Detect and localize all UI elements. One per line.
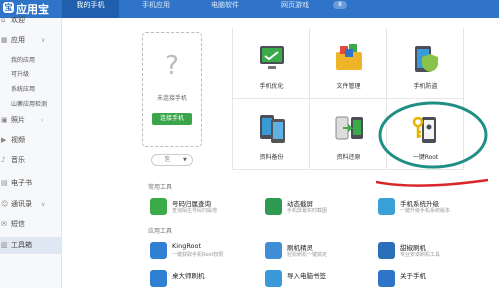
sidebar-sub-fake-app-check[interactable]: 山寨应用检测 xyxy=(11,99,47,108)
sidebar-item-label: 视频 xyxy=(11,136,25,144)
func-sweet-flash[interactable]: 甜椒刷机 专业安卓刷机工具 xyxy=(378,240,488,262)
tab-my-phone[interactable]: 我的手机 xyxy=(62,0,119,18)
chevron-down-icon: ∨ xyxy=(41,201,46,208)
func-kingroot[interactable]: KingRoot 一键获取手机Root权限 xyxy=(150,240,260,262)
tab-pc-software[interactable]: 电脑软件 xyxy=(190,0,260,18)
sidebar-item-welcome[interactable]: ⌂ 欢迎 xyxy=(0,12,62,29)
annotation-circle xyxy=(376,101,489,187)
sidebar-item-ebooks[interactable]: ▤ 电子书 xyxy=(0,175,62,192)
anti-theft-icon xyxy=(415,46,438,72)
func-desc: 手机屏幕实时截图 xyxy=(287,208,328,214)
func-system-upgrade[interactable]: 手机系统升级 一键升级手机系统版本 xyxy=(378,196,488,218)
func-about-phone[interactable]: 关于手机 xyxy=(378,268,488,288)
chevron-right-icon: › xyxy=(41,117,44,124)
sidebar: ⌂ 欢迎 ▦ 应用 ∨ 我的应用 可升级 系统应用 山寨应用检测 ▣ 照片 › … xyxy=(0,16,62,288)
bookmark-icon xyxy=(265,270,282,287)
ebook-icon: ▤ xyxy=(1,179,8,187)
music-icon: ♪ xyxy=(1,156,6,164)
sidebar-item-label: 欢迎 xyxy=(11,16,25,24)
home-icon: ⌂ xyxy=(1,16,6,24)
func-desc: 轻松刷机一键搞定 xyxy=(287,252,328,258)
data-restore-icon xyxy=(335,116,363,140)
desktop-master-icon xyxy=(150,270,167,287)
func-name: KingRoot xyxy=(172,242,202,250)
chevron-down-icon: ▼ xyxy=(183,157,187,163)
func-desc: 一键获取手机Root权限 xyxy=(172,252,224,258)
flash-wizard-icon xyxy=(265,242,282,259)
sweet-flash-icon xyxy=(378,242,395,259)
system-upgrade-icon xyxy=(378,198,395,215)
tool-label: 资料备份 xyxy=(259,154,284,161)
data-backup-icon xyxy=(260,115,285,143)
sidebar-item-sms[interactable]: ✉ 短信 xyxy=(0,216,62,233)
screenshot-icon xyxy=(265,198,282,215)
top-bar: 宝 应用宝 我的手机 手机应用 电脑软件 网页游戏 8 xyxy=(0,0,499,18)
func-desc: 一键升级手机系统版本 xyxy=(400,208,451,214)
func-desktop-master[interactable]: 桌大师刷机 xyxy=(150,268,260,288)
tool-data-backup[interactable]: 资料备份 xyxy=(233,99,310,170)
sidebar-item-label: 通讯录 xyxy=(11,200,32,208)
sidebar-item-apps[interactable]: ▦ 应用 ∨ xyxy=(0,32,62,49)
sidebar-item-contacts[interactable]: ☺ 通讯录 ∨ xyxy=(0,196,62,213)
tool-file-manager[interactable]: 文件管理 xyxy=(310,28,387,99)
sidebar-item-label: 工具箱 xyxy=(11,241,32,249)
func-import-bookmarks[interactable]: 导入电脑书签 xyxy=(265,268,375,288)
apps-icon: ▦ xyxy=(1,36,8,44)
tool-label: 手机优化 xyxy=(259,83,284,90)
section-common-tools: 常用工具 xyxy=(148,184,173,191)
sidebar-sub-system-apps[interactable]: 系统应用 xyxy=(11,84,35,93)
sidebar-item-label: 电子书 xyxy=(11,179,32,187)
sidebar-item-label: 音乐 xyxy=(11,156,25,164)
sidebar-item-label: 应用 xyxy=(11,36,25,44)
section-app-tools: 应用工具 xyxy=(148,228,173,235)
photo-icon: ▣ xyxy=(1,116,8,124)
func-flash-wizard[interactable]: 刷机精灵 轻松刷机一键搞定 xyxy=(265,240,375,262)
sidebar-sub-upgradable[interactable]: 可升级 xyxy=(11,69,29,78)
func-name: 关于手机 xyxy=(400,272,426,280)
toolbox-icon: ▥ xyxy=(1,241,8,249)
device-icon: ⎘ xyxy=(165,156,170,163)
about-phone-icon xyxy=(378,270,395,287)
device-dropdown[interactable]: ⎘ ▼ xyxy=(151,154,193,166)
tab-web-games[interactable]: 网页游戏 xyxy=(260,0,330,18)
phone-status-card: ? 未连接手机 连接手机 xyxy=(142,32,202,147)
sidebar-item-photos[interactable]: ▣ 照片 › xyxy=(0,112,62,129)
func-screenshot[interactable]: 动态截屏 手机屏幕实时截图 xyxy=(265,196,375,218)
sidebar-item-music[interactable]: ♪ 音乐 xyxy=(0,152,62,169)
phone-optimize-icon xyxy=(260,46,284,69)
tool-label: 文件管理 xyxy=(336,83,361,90)
phone-status-text: 未连接手机 xyxy=(156,95,187,102)
unknown-phone-icon: ? xyxy=(165,51,179,81)
sidebar-sub-my-apps[interactable]: 我的应用 xyxy=(11,55,35,64)
notification-badge[interactable]: 8 xyxy=(333,1,347,9)
tool-label: 手机防盗 xyxy=(413,83,438,90)
func-name: 导入电脑书签 xyxy=(287,272,326,280)
tab-phone-apps[interactable]: 手机应用 xyxy=(122,0,190,18)
kingroot-icon xyxy=(150,242,167,259)
sidebar-item-videos[interactable]: ▶ 视频 xyxy=(0,132,62,149)
phone-lookup-icon xyxy=(150,198,167,215)
chevron-down-icon: ∨ xyxy=(41,37,46,44)
sidebar-item-toolbox[interactable]: ▥ 工具箱 xyxy=(0,237,62,254)
video-icon: ▶ xyxy=(1,136,7,144)
func-desc: 专业安卓刷机工具 xyxy=(400,252,441,258)
tool-anti-theft[interactable]: 手机防盗 xyxy=(387,28,464,99)
sms-icon: ✉ xyxy=(1,220,7,228)
sidebar-item-label: 照片 xyxy=(11,116,25,124)
sidebar-item-label: 短信 xyxy=(11,220,25,228)
file-manager-icon xyxy=(336,44,362,70)
tool-phone-optimize[interactable]: 手机优化 xyxy=(233,28,310,99)
func-name: 桌大师刷机 xyxy=(172,272,205,280)
connect-phone-button[interactable]: 连接手机 xyxy=(152,113,192,125)
func-desc: 查询陌生号码归属地 xyxy=(172,208,218,214)
func-number-lookup[interactable]: 号码归属查询 查询陌生号码归属地 xyxy=(150,196,260,218)
contacts-icon: ☺ xyxy=(1,200,9,208)
